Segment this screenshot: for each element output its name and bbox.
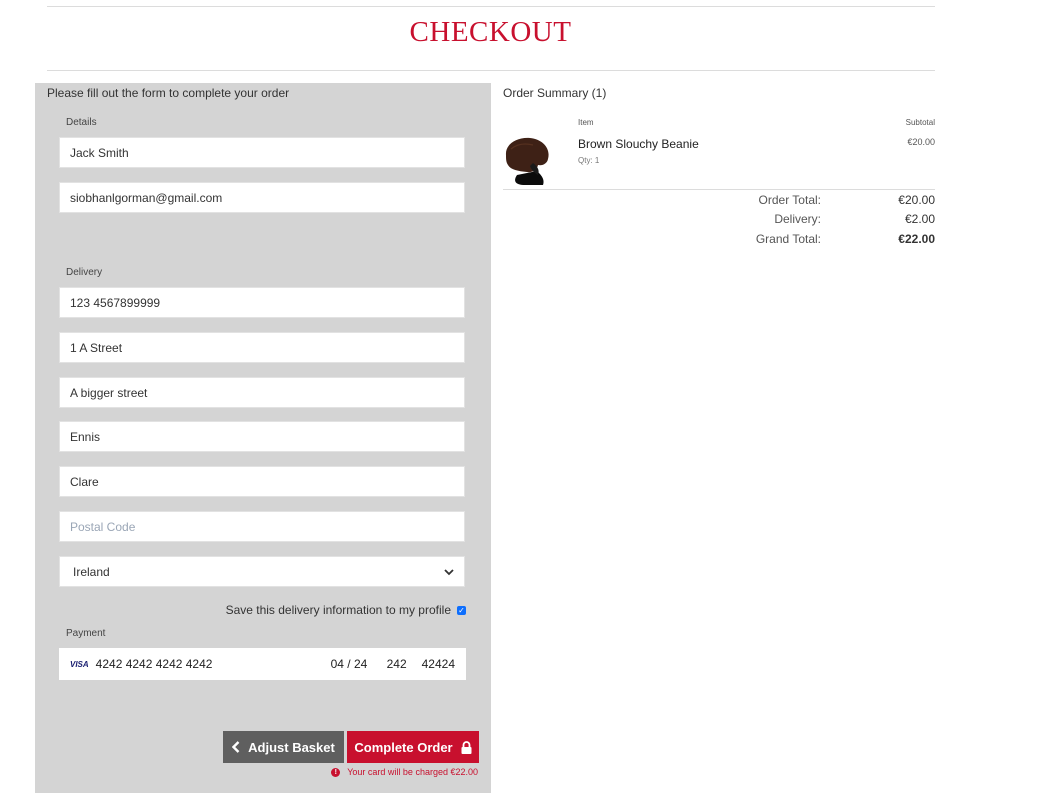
visa-icon: VISA <box>70 659 89 669</box>
delivery-label: Delivery <box>66 267 103 278</box>
save-info-label: Save this delivery information to my pro… <box>225 603 451 617</box>
card-cvc[interactable]: 242 <box>387 657 407 671</box>
summary-divider <box>503 189 935 190</box>
product-image <box>505 137 549 185</box>
top-divider <box>47 6 935 7</box>
street-address-1-field[interactable]: 1 A Street <box>59 332 465 363</box>
country-value: Ireland <box>73 564 110 579</box>
title-divider <box>47 70 935 71</box>
order-total-value: €20.00 <box>898 193 935 207</box>
checkout-form: Please fill out the form to complete you… <box>35 83 491 793</box>
charge-notice-text: Your card will be charged €22.00 <box>347 767 478 777</box>
adjust-basket-label: Adjust Basket <box>248 739 335 755</box>
alert-circle-icon: ! <box>331 767 341 777</box>
order-summary-title: Order Summary (1) <box>503 86 607 100</box>
county-field[interactable]: Clare <box>59 466 465 497</box>
complete-order-button[interactable]: Complete Order <box>347 731 479 763</box>
product-subtotal: €20.00 <box>907 137 935 147</box>
country-select[interactable]: Ireland <box>59 556 465 587</box>
lock-icon <box>461 740 472 754</box>
complete-order-label: Complete Order <box>354 739 453 755</box>
card-expiry[interactable]: 04 / 24 <box>331 657 371 671</box>
page-title: CHECKOUT <box>409 16 572 48</box>
form-intro: Please fill out the form to complete you… <box>47 86 290 100</box>
grand-total-value: €22.00 <box>898 232 935 246</box>
charge-notice: ! Your card will be charged €22.00 <box>331 767 478 777</box>
adjust-basket-button[interactable]: Adjust Basket <box>223 731 344 763</box>
card-number[interactable]: 4242 4242 4242 4242 <box>96 657 213 671</box>
chevron-left-icon <box>232 741 240 753</box>
chevron-down-icon <box>444 565 454 579</box>
full-name-field[interactable]: Jack Smith <box>59 137 465 168</box>
payment-label: Payment <box>66 628 106 639</box>
card-element[interactable]: VISA 4242 4242 4242 4242 04 / 24 242 424… <box>59 648 466 680</box>
delivery-cost-label: Delivery: <box>774 212 821 226</box>
postcode-field[interactable]: Postal Code <box>59 511 465 542</box>
save-info-row: Save this delivery information to my pro… <box>226 603 466 617</box>
delivery-cost-value: €2.00 <box>904 212 935 226</box>
email-field[interactable]: siobhanlgorman@gmail.com <box>59 182 465 213</box>
grand-total-label: Grand Total: <box>755 232 821 246</box>
card-zip[interactable]: 42424 <box>422 657 455 671</box>
subtotal-column-header: Subtotal <box>905 118 935 127</box>
item-column-header: Item <box>578 118 594 127</box>
phone-field[interactable]: 123 4567899999 <box>59 287 465 318</box>
details-label: Details <box>66 117 97 128</box>
street-address-2-field[interactable]: A bigger street <box>59 377 465 408</box>
save-info-checkbox[interactable]: ✓ <box>457 605 466 615</box>
product-quantity: Qty: 1 <box>578 156 600 165</box>
product-name: Brown Slouchy Beanie <box>578 137 699 151</box>
town-field[interactable]: Ennis <box>59 421 465 452</box>
order-total-label: Order Total: <box>758 193 821 207</box>
